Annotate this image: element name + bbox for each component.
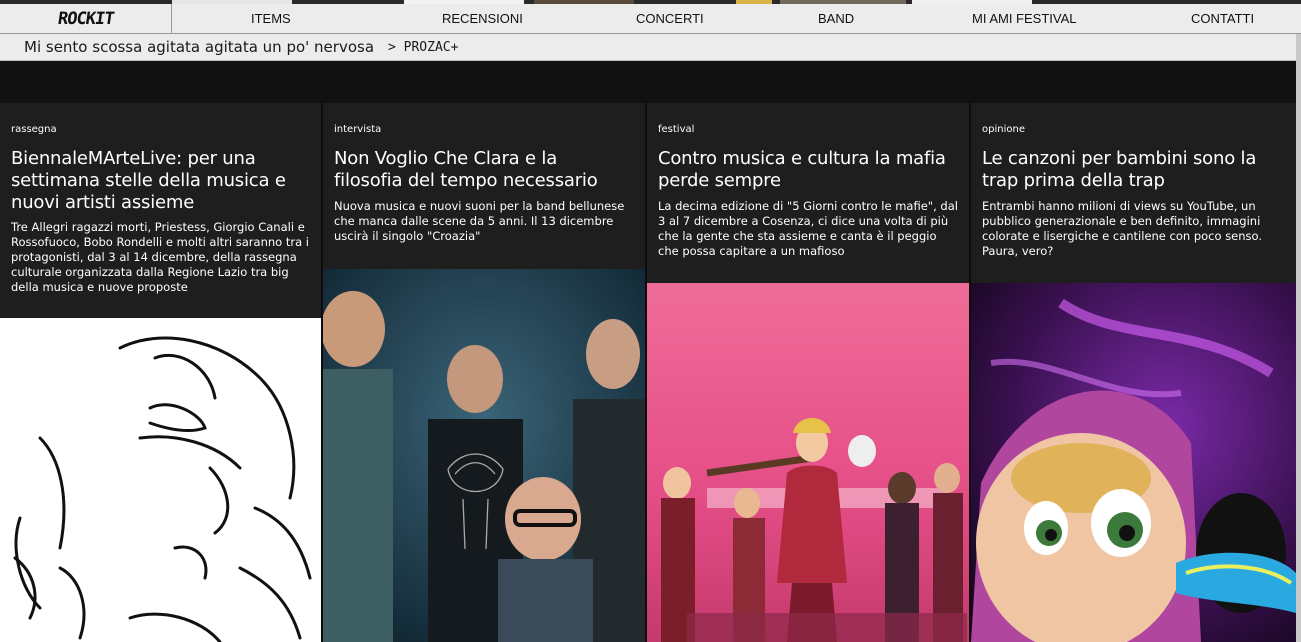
card-category: intervista [334,124,382,135]
card-category: rassegna [11,124,57,135]
card-excerpt: La decima edizione di "5 Giorni contro l… [658,199,958,258]
cartoon-illustration [971,283,1296,642]
sketch-illustration [13,336,312,642]
festival-poster-illustration [647,283,969,642]
article-card-mafie[interactable]: festival Contro musica e cultura la mafi… [647,103,969,642]
card-image-sketch[interactable] [0,318,321,642]
nav-item-concerti[interactable]: CONCERTI [636,4,704,34]
card-excerpt: Tre Allegri ragazzi morti, Priestess, Gi… [11,220,309,294]
logo-text: ROCKIT [56,9,115,29]
ticker-song[interactable]: Mi sento scossa agitata agitata un po' n… [24,38,374,56]
card-image-band-photo[interactable] [323,269,645,642]
article-card-biennale[interactable]: rassegna BiennaleMArteLive: per una sett… [0,103,321,642]
card-category: festival [658,124,695,135]
card-image-cartoon[interactable] [971,283,1296,642]
card-image-festival-poster[interactable] [647,283,969,642]
nav-item-recensioni[interactable]: RECENSIONI [442,4,523,34]
dark-band [0,61,1296,103]
scrollbar[interactable] [1296,34,1301,642]
card-title[interactable]: BiennaleMArteLive: per una settimana ste… [11,148,306,214]
site-logo[interactable]: ROCKIT [0,4,172,34]
card-title[interactable]: Contro musica e cultura la mafia perde s… [658,148,958,192]
nav-item-contatti[interactable]: CONTATTI [1191,4,1254,34]
card-title[interactable]: Le canzoni per bambini sono la trap prim… [982,148,1282,192]
article-card-trap[interactable]: opinione Le canzoni per bambini sono la … [971,103,1296,642]
now-playing-ticker[interactable]: Mi sento scossa agitata agitata un po' n… [0,34,1296,61]
card-title[interactable]: Non Voglio Che Clara e la filosofia del … [334,148,624,192]
card-excerpt: Nuova musica e nuovi suoni per la band b… [334,199,625,243]
nav-item-items[interactable]: ITEMS [251,4,291,34]
card-excerpt: Entrambi hanno milioni di views su YouTu… [982,199,1263,258]
main-navigation: ROCKIT ITEMS RECENSIONI CONCERTI BAND MI… [0,4,1301,34]
nav-item-mi-ami-festival[interactable]: MI AMI FESTIVAL [972,4,1077,34]
ticker-artist[interactable]: > PROZAC+ [388,40,458,55]
card-category: opinione [982,124,1025,135]
article-card-nvcc[interactable]: intervista Non Voglio Che Clara e la fil… [323,103,645,642]
band-photo-illustration [323,269,645,642]
nav-item-band[interactable]: BAND [818,4,854,34]
